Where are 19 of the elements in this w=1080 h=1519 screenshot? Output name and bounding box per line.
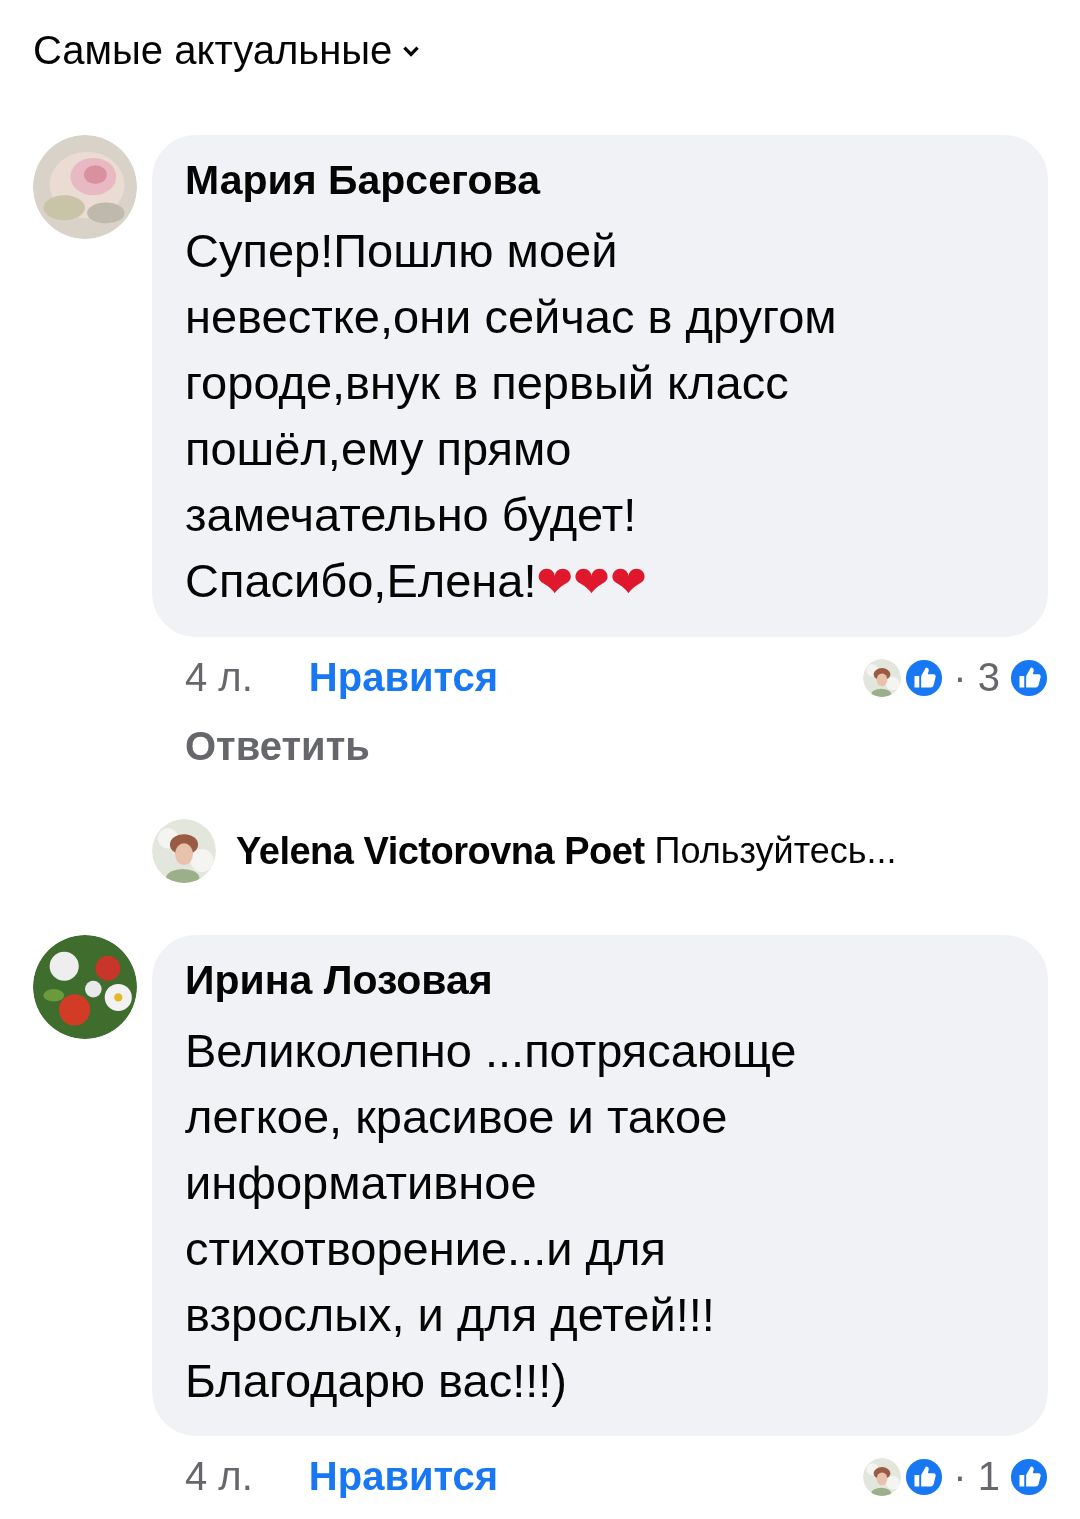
reaction-count: · 1 bbox=[953, 1454, 1000, 1499]
heart-emoji: ❤❤❤ bbox=[536, 556, 648, 607]
like-reaction-icon bbox=[1010, 658, 1048, 697]
comment-text: Супер!Пошлю моей невестке,они сейчас в другом городе,внук в первый класс пошёл,ему прямо замечательно будет! Спасибо,Елена!❤❤❤ bbox=[185, 223, 838, 609]
reply-preview[interactable]: Пользуйтесь... bbox=[654, 830, 897, 872]
like-reaction-icon bbox=[905, 1457, 944, 1496]
comment-time[interactable]: 4 л. bbox=[185, 1454, 253, 1499]
like-link[interactable]: Нравится bbox=[308, 1454, 499, 1499]
like-reaction-icon bbox=[1010, 1457, 1048, 1496]
reply-author[interactable]: Yelena Victorovna Poet bbox=[236, 829, 645, 873]
reply-link[interactable]: Ответить bbox=[152, 700, 1048, 769]
like-link[interactable]: Нравится bbox=[308, 655, 499, 700]
sort-dropdown[interactable]: Самые актуальные bbox=[33, 28, 423, 73]
comment-text: Великолепно ...потрясающе легкое, красивое и такое информативное стихотворение...и для взрослых, и для детей!!! Благодарю вас!!!) bbox=[185, 1023, 798, 1409]
comment-time[interactable]: 4 л. bbox=[185, 655, 253, 700]
author-name[interactable]: Мария Барсегова bbox=[185, 157, 1018, 204]
reaction-count: · 3 bbox=[953, 655, 1000, 700]
author-name[interactable]: Ирина Лозовая bbox=[185, 957, 1018, 1004]
like-reaction-icon bbox=[905, 658, 944, 697]
